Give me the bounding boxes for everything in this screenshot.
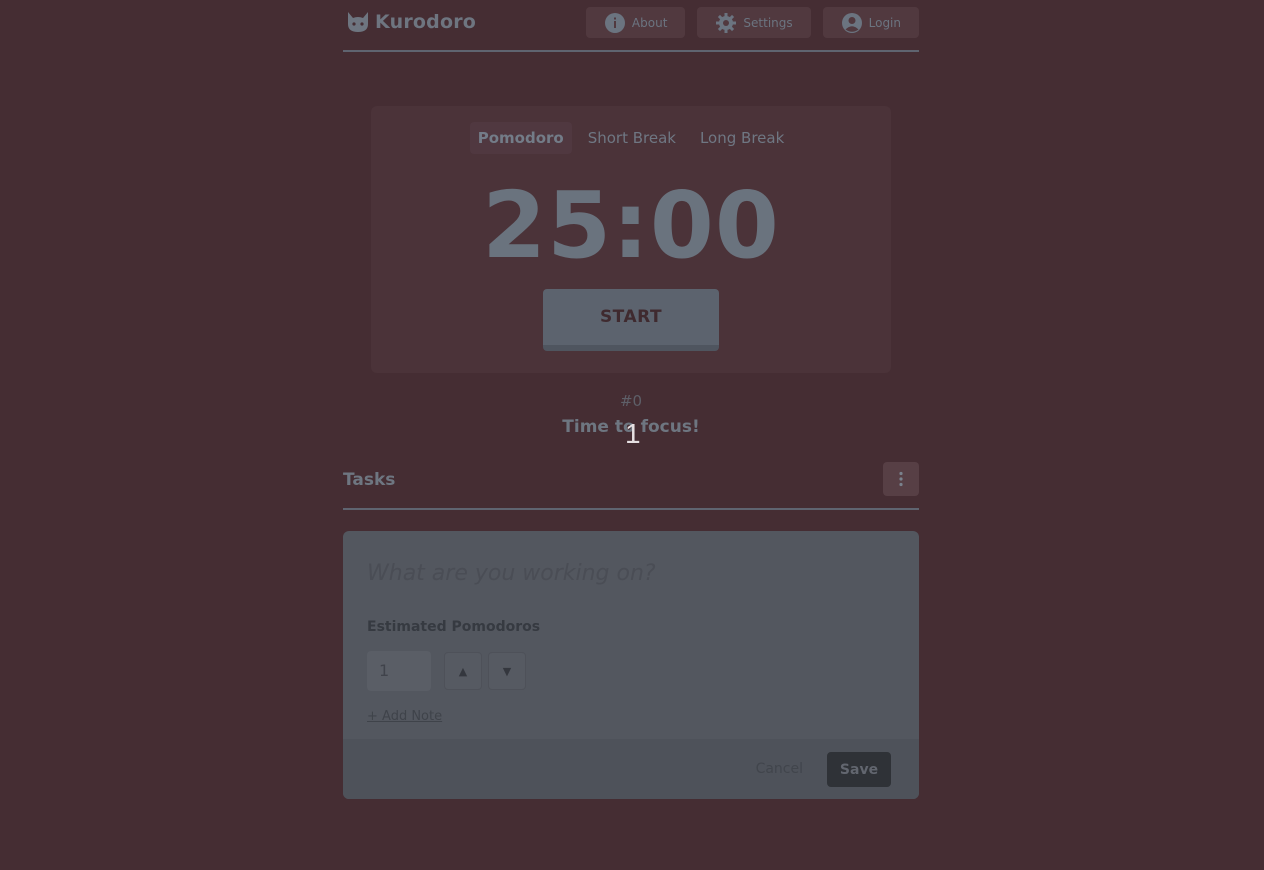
start-button[interactable]: START (543, 289, 719, 351)
tab-long-break[interactable]: Long Break (692, 122, 792, 154)
task-form: Estimated Pomodoros 1 ▲ ▼ + Add Note Can… (343, 531, 919, 799)
timer-display: 25:00 (482, 172, 780, 279)
tasks-title: Tasks (343, 470, 396, 490)
timer-card: Pomodoro Short Break Long Break 25:00 ST… (371, 106, 891, 373)
app-title: Kurodoro (375, 11, 477, 33)
about-label: About (631, 15, 668, 30)
estimate-label: Estimated Pomodoros (367, 619, 541, 635)
task-menu-button[interactable] (883, 462, 919, 496)
session-count: #0 (619, 392, 643, 410)
settings-label: Settings (743, 15, 793, 30)
tab-pomodoro[interactable]: Pomodoro (469, 122, 572, 154)
logo[interactable]: Kurodoro (345, 10, 476, 34)
decrement-button[interactable]: ▼ (488, 652, 526, 690)
app-container: Kurodoro About Settings Login Pomodoro S… (343, 0, 919, 799)
task-input[interactable] (367, 561, 887, 586)
tasks-header: Tasks (343, 460, 919, 510)
kebab-menu-icon (899, 471, 903, 487)
login-button[interactable]: Login (822, 7, 919, 38)
increment-button[interactable]: ▲ (444, 652, 482, 690)
cat-icon (348, 12, 368, 32)
header: Kurodoro About Settings Login (343, 0, 919, 52)
timer-tabs: Pomodoro Short Break Long Break (371, 122, 891, 154)
info-icon (604, 12, 625, 33)
save-button[interactable]: Save (827, 752, 891, 787)
cancel-button[interactable]: Cancel (756, 761, 803, 777)
estimate-input[interactable]: 1 (367, 651, 431, 691)
top-nav: About Settings Login (585, 7, 919, 38)
gear-icon (716, 12, 737, 33)
user-circle-icon (841, 12, 862, 33)
about-button[interactable]: About (585, 7, 686, 38)
task-form-footer: Cancel Save (343, 739, 919, 799)
login-label: Login (868, 15, 901, 30)
tab-short-break[interactable]: Short Break (580, 122, 684, 154)
overlay-number: 1 (625, 418, 641, 449)
settings-button[interactable]: Settings (697, 7, 811, 38)
add-note-link[interactable]: + Add Note (367, 709, 442, 724)
